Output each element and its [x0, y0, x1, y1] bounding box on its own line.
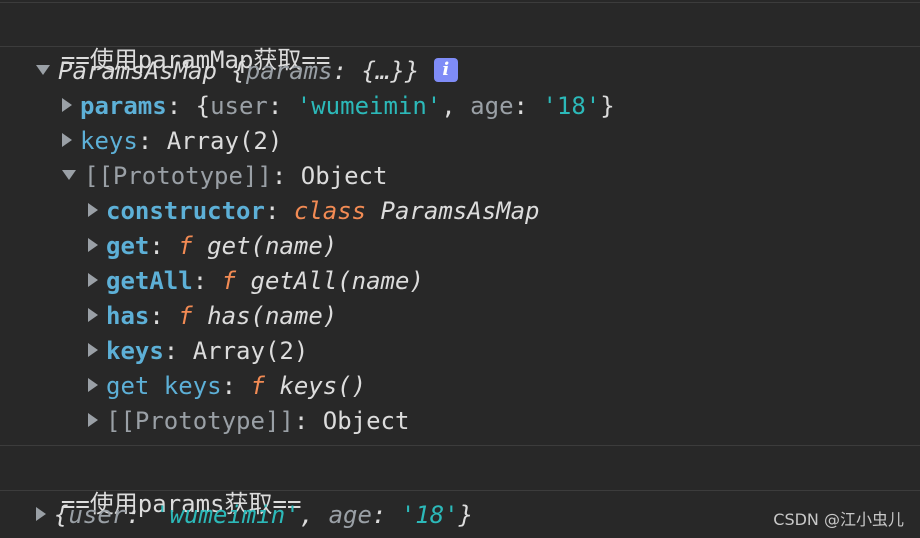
proto-prototype-row[interactable]: [[Prototype]]: Object: [88, 404, 920, 439]
brace-open: {: [54, 501, 69, 529]
key-has: has: [106, 302, 150, 330]
preview-value: {…}: [361, 57, 405, 85]
key-user: user: [68, 501, 127, 529]
function-signature: getAll(name): [236, 267, 424, 295]
value-user: 'wumeimin': [296, 92, 442, 120]
colon: :: [149, 302, 179, 330]
comma: ,: [299, 501, 329, 529]
object-class-name: ParamsAsMap: [58, 57, 217, 85]
function-signature: keys(): [264, 372, 367, 400]
expand-right-icon[interactable]: [88, 413, 98, 427]
colon: :: [267, 92, 297, 120]
preview-key: params: [245, 57, 333, 85]
console-log-line-1: ==使用paramMap获取==: [32, 8, 920, 74]
prop-value-keys: Array(2): [166, 127, 283, 155]
colon: :: [264, 197, 294, 225]
prop-key-keys: keys: [80, 127, 138, 155]
colon: :: [371, 501, 401, 529]
console-log-line-2: ==使用params获取==: [32, 452, 920, 518]
prop-params-row[interactable]: params: {user: 'wumeimin', age: '18'}: [62, 89, 920, 124]
brace-open: {: [195, 92, 211, 120]
prop-key-params: params: [80, 92, 167, 120]
expand-right-icon[interactable]: [36, 507, 46, 521]
prop-key-prototype: [[Prototype]]: [84, 162, 272, 190]
function-signature: has(name): [192, 302, 338, 330]
value-prototype: Object: [322, 407, 410, 435]
class-keyword: class: [293, 197, 367, 225]
info-icon[interactable]: i: [433, 58, 458, 82]
preview-open: {: [216, 57, 246, 85]
brace-close: }: [600, 92, 615, 120]
function-keyword: f: [178, 302, 193, 330]
expand-right-icon[interactable]: [62, 98, 72, 112]
colon: :: [192, 267, 222, 295]
key-prototype: [[Prototype]]: [106, 407, 294, 435]
proto-get-keys-row[interactable]: get keys: f keys(): [88, 369, 920, 404]
proto-get-row[interactable]: get: f get(name): [88, 229, 920, 264]
expand-right-icon[interactable]: [88, 203, 98, 217]
function-keyword: f: [221, 267, 237, 295]
colon: :: [293, 407, 323, 435]
preview-colon: :: [332, 57, 362, 85]
key-age: age: [470, 92, 514, 120]
key-constructor: constructor: [106, 197, 265, 225]
watermark: CSDN @江小虫儿: [773, 510, 904, 529]
log-divider-2: [0, 445, 920, 446]
expand-right-icon[interactable]: [88, 378, 98, 392]
value-age: '18': [542, 92, 601, 120]
top-divider: [0, 2, 920, 3]
expand-right-icon[interactable]: [88, 238, 98, 252]
key-get: get: [106, 232, 150, 260]
colon: :: [513, 92, 543, 120]
expand-down-icon[interactable]: [62, 170, 76, 180]
colon: :: [166, 92, 196, 120]
prop-value-prototype: Object: [300, 162, 388, 190]
expand-right-icon[interactable]: [62, 133, 72, 147]
log-divider-3: [0, 490, 920, 491]
key-user: user: [210, 92, 268, 120]
preview-close: }: [404, 57, 420, 85]
key-getall: getAll: [106, 267, 193, 295]
colon: :: [271, 162, 301, 190]
prop-keys-row[interactable]: keys: Array(2): [62, 124, 920, 159]
proto-constructor-row[interactable]: constructor: class ParamsAsMap: [88, 194, 920, 229]
function-keyword: f: [250, 372, 265, 400]
key-age: age: [328, 501, 372, 529]
expand-right-icon[interactable]: [88, 343, 98, 357]
comma: ,: [441, 92, 471, 120]
expand-right-icon[interactable]: [88, 273, 98, 287]
key-keys: keys: [106, 337, 164, 365]
colon: :: [137, 127, 167, 155]
function-keyword: f: [178, 232, 193, 260]
object-header-row[interactable]: ParamsAsMap {params: {…}} i: [36, 54, 920, 89]
log-divider-1: [0, 46, 920, 47]
value-age: '18': [400, 501, 459, 529]
colon: :: [149, 232, 179, 260]
class-name: ParamsAsMap: [366, 197, 540, 225]
brace-close: }: [458, 501, 474, 529]
expand-down-icon[interactable]: [36, 65, 50, 75]
colon: :: [126, 501, 156, 529]
proto-has-row[interactable]: has: f has(name): [88, 299, 920, 334]
proto-keys-row[interactable]: keys: Array(2): [88, 334, 920, 369]
proto-getall-row[interactable]: getAll: f getAll(name): [88, 264, 920, 299]
value-user: 'wumeimin': [155, 501, 300, 529]
value-keys: Array(2): [192, 337, 309, 365]
prop-prototype-row[interactable]: [[Prototype]]: Object: [62, 159, 920, 194]
expand-right-icon[interactable]: [88, 308, 98, 322]
colon: :: [221, 372, 251, 400]
colon: :: [163, 337, 193, 365]
function-signature: get(name): [192, 232, 338, 260]
key-get-keys: get keys: [106, 372, 222, 400]
